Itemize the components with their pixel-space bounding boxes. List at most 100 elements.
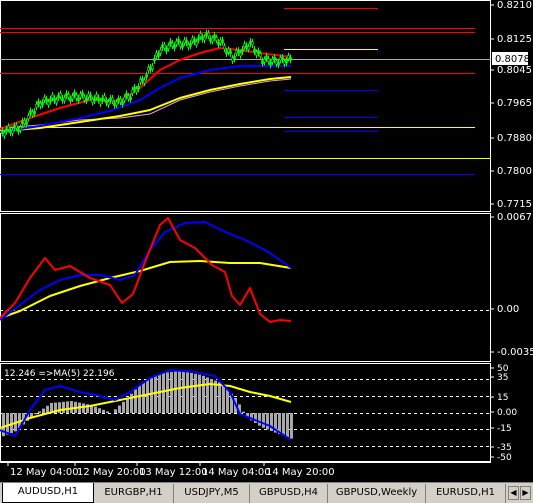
candle-body bbox=[139, 79, 142, 83]
chart-area[interactable]: 0.8210 0.8125 0.8045 0.7965 0.7880 0.7800 0.77… bbox=[0, 0, 533, 482]
histogram-bar bbox=[46, 405, 49, 413]
price-tick-label: 0.8045 bbox=[497, 65, 532, 76]
candle-body bbox=[265, 55, 268, 59]
candle-body bbox=[97, 97, 100, 101]
histogram-bar bbox=[94, 406, 97, 413]
candle-body bbox=[71, 95, 74, 100]
candle-body bbox=[285, 59, 288, 64]
tab-gbpusd-weekly[interactable]: GBPUSD,Weekly bbox=[328, 484, 426, 503]
histogram-bar bbox=[162, 372, 165, 413]
candle-body bbox=[25, 121, 28, 125]
candle-body bbox=[3, 132, 6, 137]
histogram-bar bbox=[6, 413, 9, 435]
candle-body bbox=[9, 129, 12, 134]
tab-usdjpy-m5[interactable]: USDJPY,M5 bbox=[174, 484, 250, 503]
histogram-bar bbox=[186, 372, 189, 413]
histogram-bar bbox=[158, 374, 161, 413]
candle-body bbox=[253, 48, 256, 53]
candle-body bbox=[161, 44, 164, 49]
candle-body bbox=[141, 78, 144, 82]
candle-body bbox=[205, 32, 208, 36]
candle-body bbox=[189, 42, 192, 47]
candle-body bbox=[109, 97, 112, 102]
histogram-bar bbox=[170, 372, 173, 413]
candle-body bbox=[81, 92, 84, 96]
candle-body bbox=[59, 93, 62, 97]
tab-gbpusd-h4[interactable]: GBPUSD,H4 bbox=[250, 484, 328, 503]
candle-body bbox=[11, 130, 14, 134]
osc2-tick-label: 35 bbox=[497, 373, 508, 383]
candle-body bbox=[227, 49, 230, 53]
tab-eurgbp-h1[interactable]: EURGBP,H1 bbox=[94, 484, 174, 503]
candle-body bbox=[111, 97, 114, 102]
price-tick-label: 0.8210 bbox=[497, 0, 532, 11]
candle-body bbox=[127, 95, 130, 100]
candle-body bbox=[237, 49, 240, 54]
candle-body bbox=[277, 61, 280, 66]
histogram-bar bbox=[198, 374, 201, 413]
histogram-bar bbox=[262, 413, 265, 428]
candle-body bbox=[159, 49, 162, 54]
candle-body bbox=[179, 43, 182, 47]
histogram-bar bbox=[138, 385, 141, 413]
candle-body bbox=[51, 94, 54, 99]
current-price-label: 0.8078 bbox=[495, 54, 530, 65]
oscillator-2-legend: 12.246 =>MA(5) 22.196 bbox=[4, 369, 115, 379]
histogram-bar bbox=[182, 371, 185, 413]
candle-body bbox=[5, 128, 8, 133]
candle-body bbox=[143, 79, 146, 84]
price-tick-label: 0.7800 bbox=[497, 166, 532, 177]
histogram-bar bbox=[102, 409, 105, 413]
time-tick-label: 12 May 04:00 bbox=[10, 467, 79, 478]
tab-audusd-h1[interactable]: AUDUSD,H1 bbox=[2, 483, 94, 503]
osc1-tick-label: 0.0067 bbox=[497, 212, 532, 223]
histogram-bar bbox=[290, 413, 293, 439]
candle-body bbox=[247, 46, 250, 50]
histogram-bar bbox=[150, 378, 153, 413]
candle-body bbox=[191, 37, 194, 42]
candle-body bbox=[151, 65, 154, 70]
right-arrow-icon[interactable]: ▶ bbox=[520, 486, 531, 500]
candle-body bbox=[49, 98, 52, 102]
histogram-bar bbox=[126, 397, 129, 413]
candle-body bbox=[259, 53, 262, 57]
histogram-bar bbox=[34, 413, 37, 415]
candle-body bbox=[249, 40, 252, 45]
histogram-bar bbox=[174, 371, 177, 413]
candle-body bbox=[243, 43, 246, 48]
candle-body bbox=[187, 44, 190, 48]
tab-eurusd-h1[interactable]: EURUSD,H1 bbox=[426, 484, 506, 503]
histogram-bar bbox=[166, 372, 169, 413]
candle-body bbox=[239, 52, 242, 57]
histogram-bar bbox=[42, 408, 45, 413]
candle-body bbox=[231, 57, 234, 62]
candle-body bbox=[113, 102, 116, 107]
histogram-bar bbox=[258, 413, 261, 426]
price-tick-label: 0.8125 bbox=[497, 34, 532, 45]
candle-body bbox=[47, 101, 50, 106]
candle-body bbox=[235, 50, 238, 54]
histogram-bar bbox=[222, 385, 225, 413]
candle-body bbox=[33, 110, 36, 115]
left-arrow-icon[interactable]: ◀ bbox=[508, 486, 519, 500]
candle-body bbox=[197, 37, 200, 41]
osc2-tick-label: -35 bbox=[497, 443, 512, 453]
histogram-bar bbox=[62, 401, 65, 413]
candle-body bbox=[155, 52, 158, 57]
candle-body bbox=[63, 97, 66, 102]
candle-body bbox=[257, 50, 260, 54]
candle-body bbox=[7, 125, 10, 130]
candle-body bbox=[157, 53, 160, 57]
osc2-tick-label: 15 bbox=[497, 393, 508, 403]
candle-body bbox=[93, 97, 96, 102]
candle-body bbox=[229, 50, 232, 55]
candle-body bbox=[211, 38, 214, 42]
osc2-tick-label: -50 bbox=[497, 453, 512, 463]
candle-body bbox=[15, 124, 18, 129]
candle-body bbox=[263, 59, 266, 63]
histogram-bar bbox=[218, 382, 221, 413]
candle-body bbox=[85, 97, 88, 102]
candle-body bbox=[215, 37, 218, 41]
time-tick-label: 14 May 20:00 bbox=[266, 467, 335, 478]
histogram-bar bbox=[242, 411, 245, 413]
